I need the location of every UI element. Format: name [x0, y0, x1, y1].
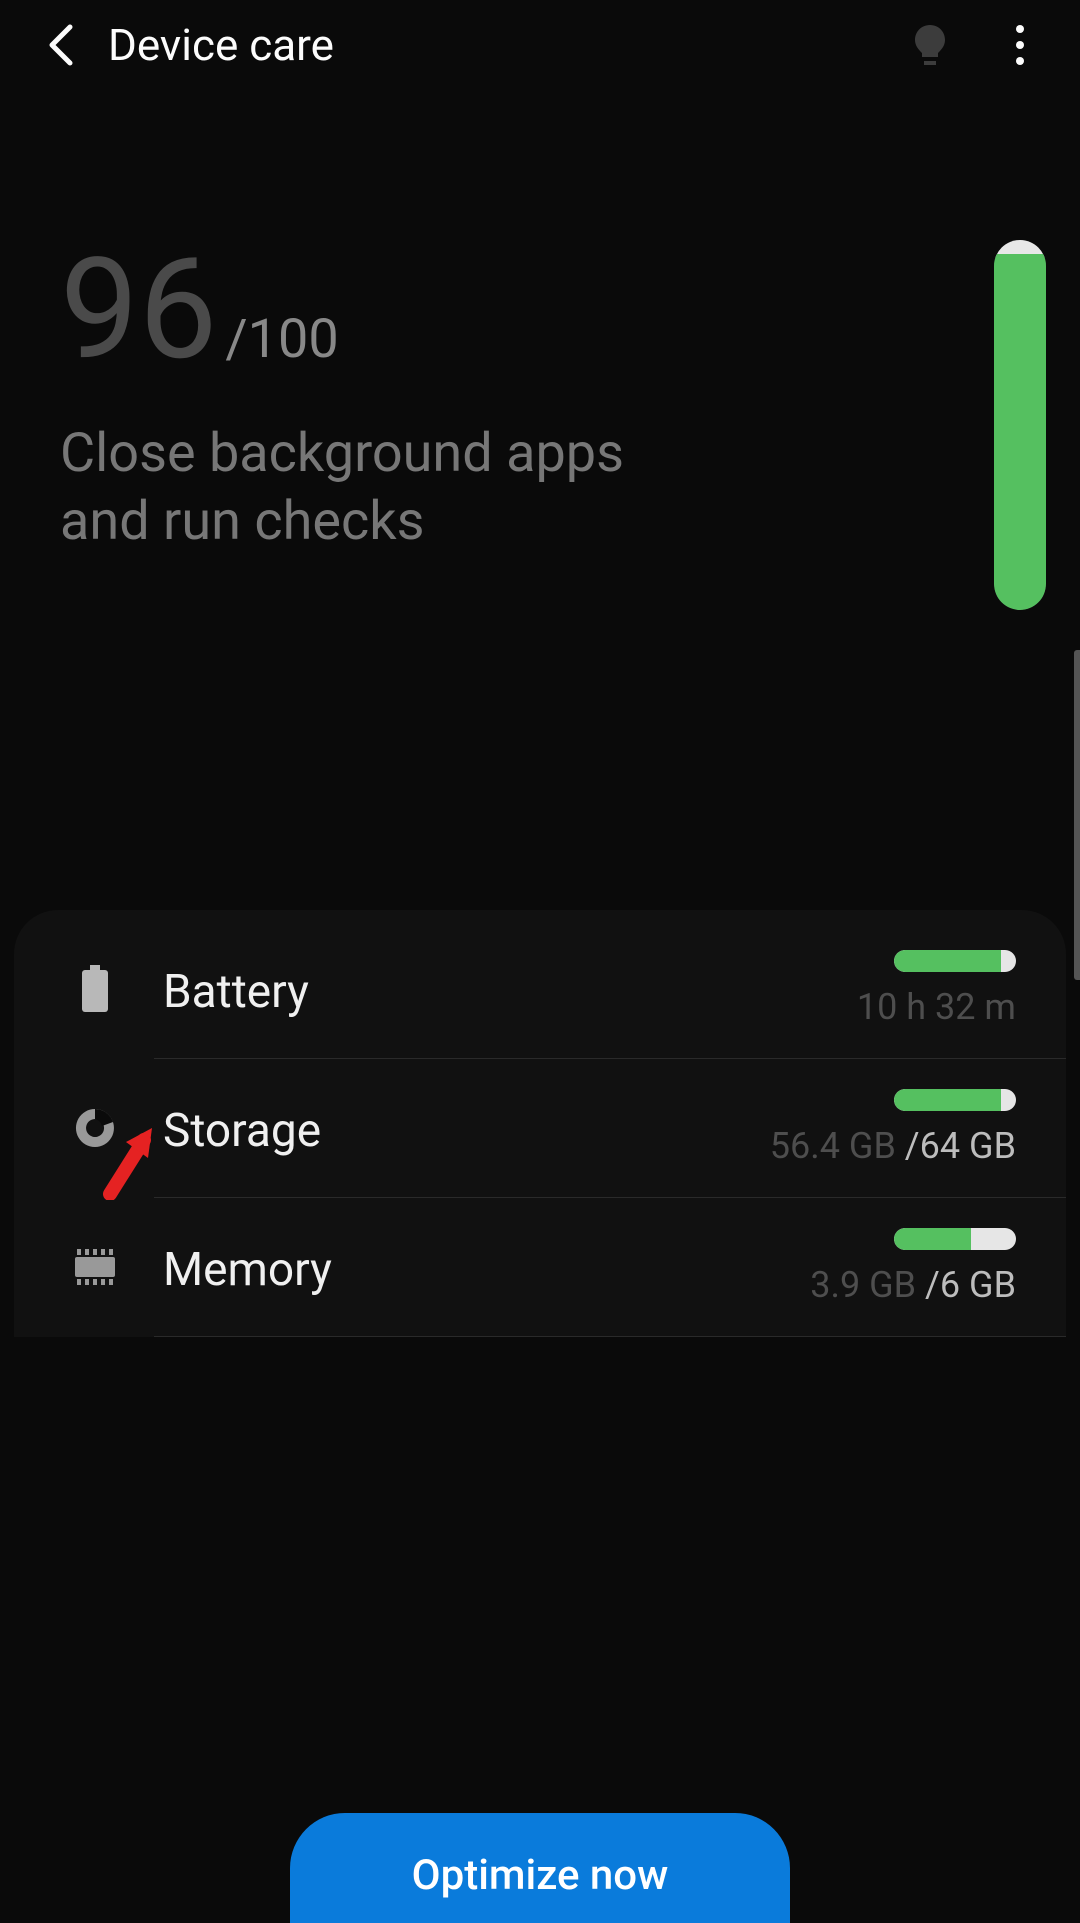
score-max: /100 [225, 308, 338, 371]
more-options-button[interactable] [1000, 25, 1040, 65]
page-title: Device care [108, 19, 334, 71]
memory-row[interactable]: Memory 3.9 GB /6 GB [14, 1198, 1066, 1336]
memory-usage: 3.9 GB /6 GB [810, 1264, 1016, 1306]
more-vertical-icon [1016, 25, 1024, 33]
storage-bar [894, 1089, 1016, 1111]
score-section: 96 /100 Close background apps and run ch… [0, 90, 1080, 910]
metrics-card: Battery 10 h 32 m Storage 56.4 GB /64 GB [14, 910, 1066, 1337]
score-bar [994, 240, 1046, 610]
battery-label: Battery [163, 965, 309, 1019]
battery-icon [69, 963, 121, 1015]
memory-bar [894, 1228, 1016, 1250]
battery-remaining: 10 h 32 m [857, 986, 1016, 1028]
divider [154, 1336, 1066, 1337]
tips-button[interactable] [908, 23, 952, 67]
storage-usage: 56.4 GB /64 GB [770, 1125, 1016, 1167]
score-value: 96 [60, 240, 217, 380]
chevron-left-icon [46, 23, 74, 67]
score-bar-fill [994, 254, 1046, 610]
lightbulb-icon [911, 23, 949, 67]
battery-row[interactable]: Battery 10 h 32 m [14, 920, 1066, 1058]
header: Device care [0, 0, 1080, 90]
storage-row[interactable]: Storage 56.4 GB /64 GB [14, 1059, 1066, 1197]
memory-label: Memory [163, 1243, 332, 1297]
battery-bar [894, 950, 1016, 972]
storage-icon [69, 1102, 121, 1154]
storage-label: Storage [163, 1104, 321, 1158]
scroll-indicator [1074, 650, 1080, 980]
back-button[interactable] [40, 25, 80, 65]
optimize-now-button[interactable]: Optimize now [290, 1813, 790, 1923]
score-advice: Close background apps and run checks [60, 420, 680, 555]
memory-icon [69, 1241, 121, 1293]
